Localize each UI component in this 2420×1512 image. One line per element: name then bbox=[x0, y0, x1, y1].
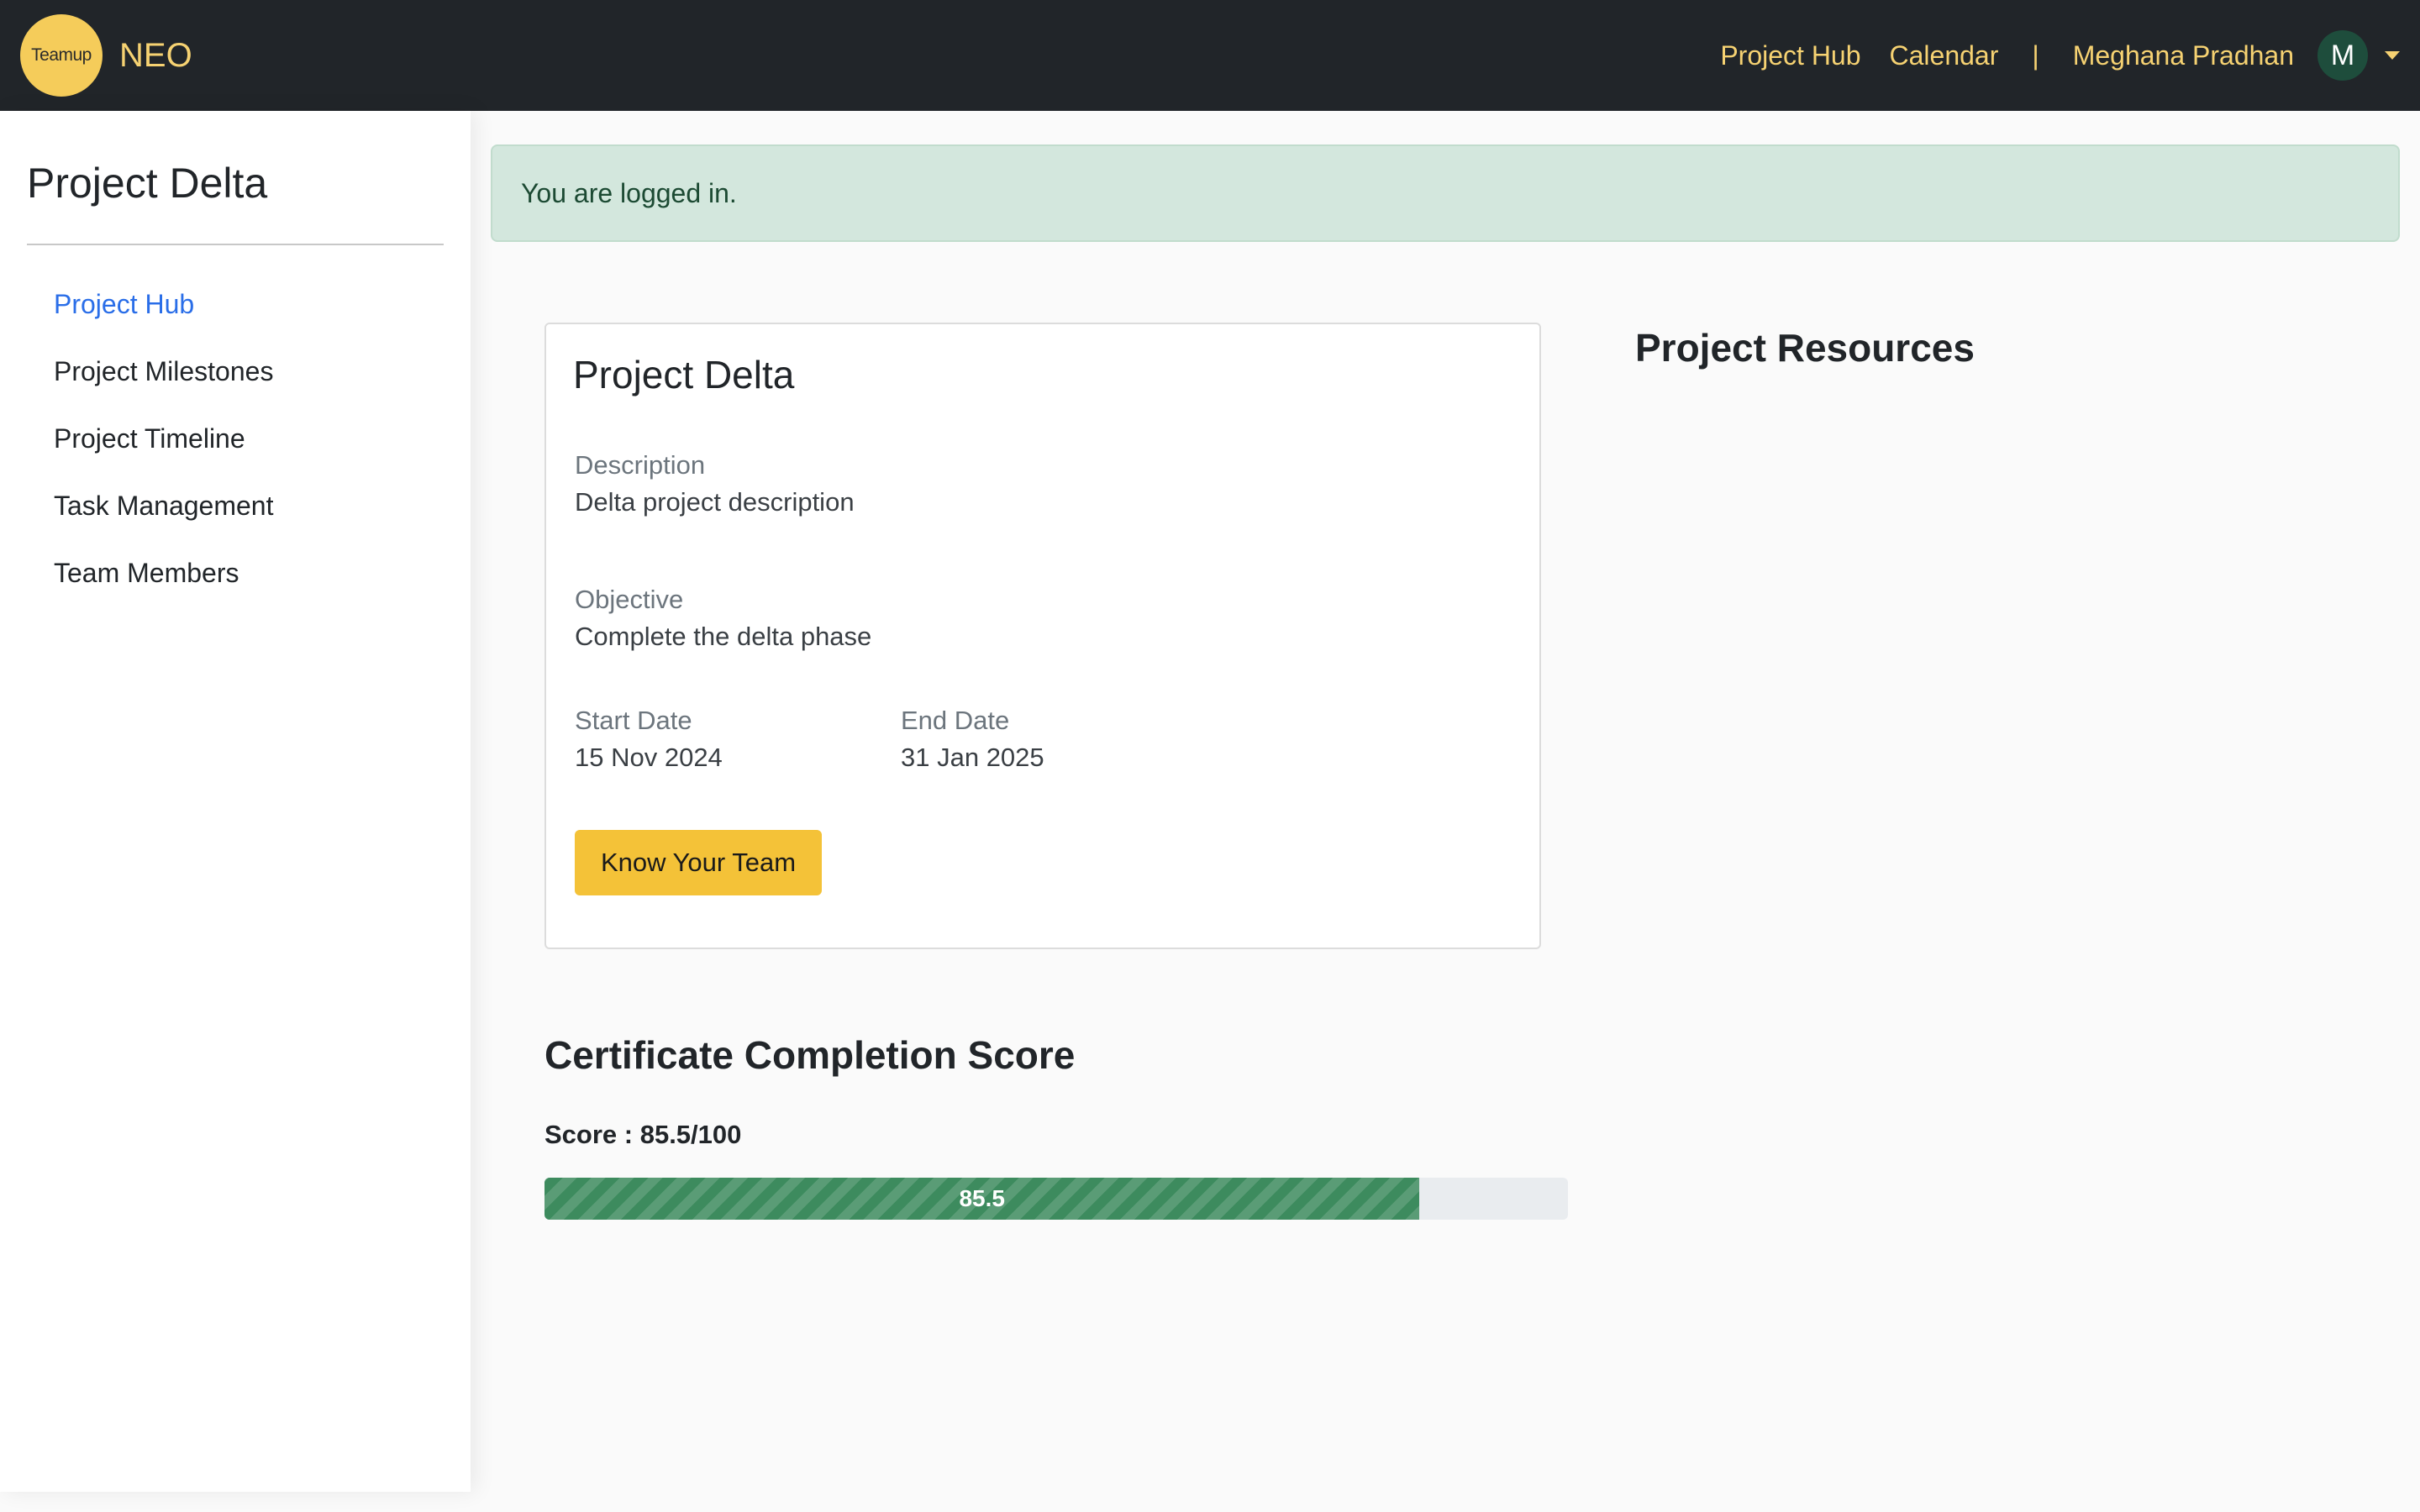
sidebar: Project Delta Project Hub Project Milest… bbox=[0, 111, 471, 1492]
sidebar-divider bbox=[27, 244, 444, 245]
know-your-team-button[interactable]: Know Your Team bbox=[575, 830, 822, 895]
end-date-value: 31 Jan 2025 bbox=[901, 743, 1044, 772]
description-field: Description Delta project description bbox=[575, 447, 855, 521]
sidebar-item-project-hub[interactable]: Project Hub bbox=[27, 270, 444, 338]
nav-separator: | bbox=[2032, 39, 2039, 71]
progress-label: 85.5 bbox=[959, 1185, 1005, 1211]
top-navbar: Teamup NEO Project Hub Calendar | Meghan… bbox=[0, 0, 2420, 111]
start-date-field: Start Date 15 Nov 2024 bbox=[575, 702, 723, 776]
score-progress: 85.5 bbox=[544, 1178, 1568, 1220]
login-alert: You are logged in. bbox=[491, 144, 2400, 242]
objective-field: Objective Complete the delta phase bbox=[575, 581, 871, 655]
end-date-label: End Date bbox=[901, 706, 1010, 735]
nav-link-calendar[interactable]: Calendar bbox=[1890, 40, 1999, 71]
start-date-label: Start Date bbox=[575, 706, 692, 735]
objective-value: Complete the delta phase bbox=[575, 622, 872, 651]
objective-label: Objective bbox=[575, 585, 684, 614]
sidebar-item-project-timeline[interactable]: Project Timeline bbox=[27, 405, 444, 472]
sidebar-nav: Project Hub Project Milestones Project T… bbox=[27, 270, 444, 606]
avatar[interactable]: M bbox=[2317, 30, 2368, 81]
description-value: Delta project description bbox=[575, 487, 855, 517]
score-progress-bar: 85.5 bbox=[544, 1178, 1420, 1220]
user-name[interactable]: Meghana Pradhan bbox=[2073, 40, 2294, 71]
avatar-initial: M bbox=[2330, 39, 2355, 71]
brand-name[interactable]: NEO bbox=[119, 37, 192, 75]
sidebar-item-team-members[interactable]: Team Members bbox=[27, 539, 444, 606]
description-label: Description bbox=[575, 450, 706, 480]
nav-link-project-hub[interactable]: Project Hub bbox=[1720, 40, 1860, 71]
certificate-title: Certificate Completion Score bbox=[544, 1033, 1076, 1077]
caret-down-icon[interactable] bbox=[2385, 51, 2400, 60]
project-resources-title: Project Resources bbox=[1635, 326, 1975, 370]
sidebar-item-project-milestones[interactable]: Project Milestones bbox=[27, 338, 444, 405]
logo-text: Teamup bbox=[31, 45, 92, 65]
teamup-logo[interactable]: Teamup bbox=[20, 14, 103, 97]
start-date-value: 15 Nov 2024 bbox=[575, 743, 723, 772]
end-date-field: End Date 31 Jan 2025 bbox=[901, 702, 1044, 776]
alert-message: You are logged in. bbox=[521, 177, 737, 208]
nav-right: Project Hub Calendar | Meghana Pradhan M bbox=[1691, 30, 2400, 81]
project-card: Project Delta Description Delta project … bbox=[544, 323, 1541, 949]
sidebar-title: Project Delta bbox=[27, 160, 268, 207]
project-title: Project Delta bbox=[573, 353, 795, 396]
score-text: Score : 85.5/100 bbox=[544, 1120, 742, 1149]
sidebar-item-task-management[interactable]: Task Management bbox=[27, 472, 444, 539]
